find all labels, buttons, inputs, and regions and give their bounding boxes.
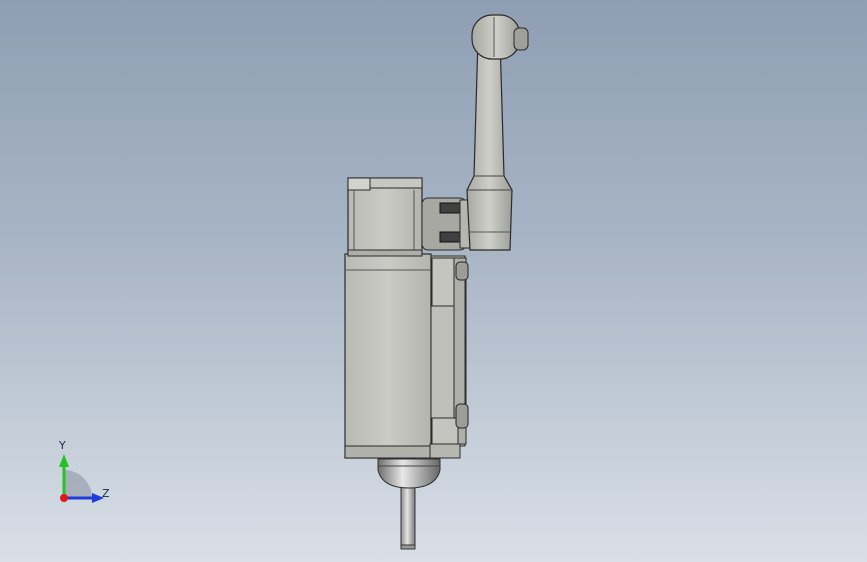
plunger-dome [377,458,441,489]
x-axis-dot [60,494,68,502]
head-housing [347,177,423,257]
triad-z-label: Z [102,487,110,500]
triad-quadrant [64,470,92,498]
switch-body [344,253,432,459]
shaft-collar [421,197,471,251]
plunger-rod [400,477,416,550]
y-axis-arrow [59,454,69,467]
side-cover [429,255,469,459]
graphics-viewport[interactable]: Y Z [0,0,867,562]
axis-triad: Y Z [40,436,120,516]
lever-arm [466,37,513,251]
triad-graphic [59,454,104,503]
limit-switch-model[interactable] [0,0,867,562]
lever-roller [471,14,529,60]
triad-y-label: Y [59,439,66,452]
